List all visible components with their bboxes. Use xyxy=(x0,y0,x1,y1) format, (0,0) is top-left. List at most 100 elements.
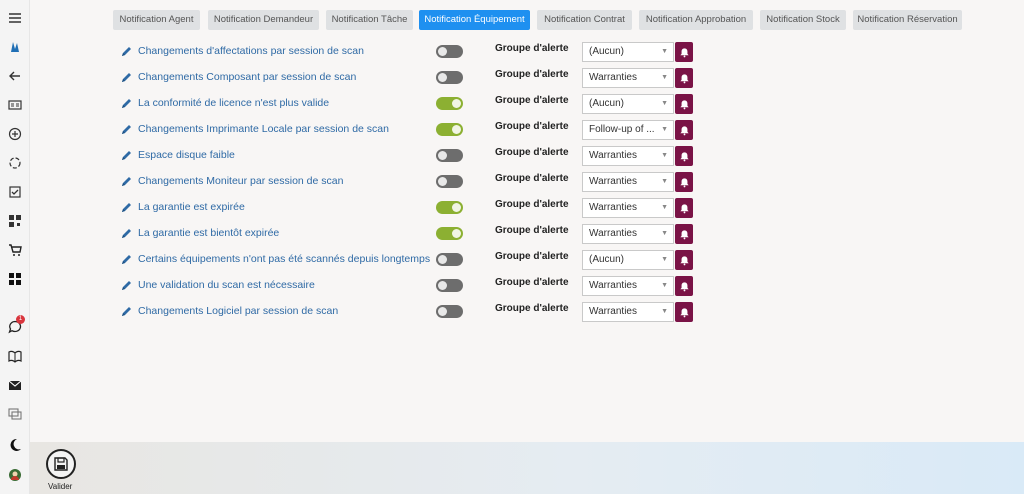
notification-row: Certains équipements n'ont pas été scann… xyxy=(0,250,1024,272)
notification-label[interactable]: Changements d'affectations par session d… xyxy=(138,45,364,57)
alert-bell-button[interactable] xyxy=(675,198,693,218)
notification-toggle[interactable] xyxy=(436,175,463,188)
toggle-knob xyxy=(438,281,447,290)
alert-group-select[interactable]: Warranties ▼ xyxy=(582,146,674,166)
alert-group-select[interactable]: Warranties ▼ xyxy=(582,302,674,322)
alert-group-select[interactable]: (Aucun) ▼ xyxy=(582,250,674,270)
floppy-disk-icon xyxy=(54,457,68,471)
tab-notification-reservation[interactable]: Notification Réservation xyxy=(853,10,962,30)
tab-notification-stock[interactable]: Notification Stock xyxy=(760,10,846,30)
chevron-down-icon: ▼ xyxy=(661,152,668,159)
tab-notification-demandeur[interactable]: Notification Demandeur xyxy=(208,10,319,30)
chevron-down-icon: ▼ xyxy=(661,48,668,55)
alert-group-label: Groupe d'alerte xyxy=(495,69,569,80)
bell-icon xyxy=(679,307,689,317)
notification-toggle[interactable] xyxy=(436,227,463,240)
alert-bell-button[interactable] xyxy=(675,42,693,62)
messages-icon[interactable] xyxy=(6,405,24,423)
notification-toggle[interactable] xyxy=(436,149,463,162)
footer-bar xyxy=(30,442,1024,494)
alert-group-select[interactable]: (Aucun) ▼ xyxy=(582,94,674,114)
alert-bell-button[interactable] xyxy=(675,68,693,88)
alert-group-select[interactable]: Warranties ▼ xyxy=(582,68,674,88)
pencil-icon[interactable] xyxy=(120,228,132,240)
notification-row: Espace disque faible Groupe d'alerte War… xyxy=(0,146,1024,168)
pencil-icon[interactable] xyxy=(120,98,132,110)
alert-group-value: Follow-up of ... xyxy=(589,124,655,135)
tab-notification-contrat[interactable]: Notification Contrat xyxy=(537,10,632,30)
alert-bell-button[interactable] xyxy=(675,146,693,166)
tab-notification-agent[interactable]: Notification Agent xyxy=(113,10,200,30)
menu-icon[interactable] xyxy=(6,9,24,27)
alert-bell-button[interactable] xyxy=(675,276,693,296)
notification-label[interactable]: Une validation du scan est nécessaire xyxy=(138,279,315,291)
alert-bell-button[interactable] xyxy=(675,172,693,192)
alert-group-select[interactable]: Warranties ▼ xyxy=(582,198,674,218)
pencil-icon[interactable] xyxy=(120,280,132,292)
chevron-down-icon: ▼ xyxy=(661,308,668,315)
notification-toggle[interactable] xyxy=(436,253,463,266)
chevron-down-icon: ▼ xyxy=(661,126,668,133)
alert-bell-button[interactable] xyxy=(675,94,693,114)
alert-group-select[interactable]: Follow-up of ... ▼ xyxy=(582,120,674,140)
pencil-icon[interactable] xyxy=(120,202,132,214)
bell-icon xyxy=(679,125,689,135)
notification-toggle[interactable] xyxy=(436,71,463,84)
notification-row: La garantie est expirée Groupe d'alerte … xyxy=(0,198,1024,220)
pencil-icon[interactable] xyxy=(120,72,132,84)
notification-label[interactable]: Changements Moniteur par session de scan xyxy=(138,175,343,187)
alert-group-select[interactable]: Warranties ▼ xyxy=(582,276,674,296)
tab-notification-approbation[interactable]: Notification Approbation xyxy=(639,10,753,30)
notification-row: Changements d'affectations par session d… xyxy=(0,42,1024,64)
bell-icon xyxy=(679,73,689,83)
notification-label[interactable]: La conformité de licence n'est plus vali… xyxy=(138,97,329,109)
alert-group-value: Warranties xyxy=(589,228,637,239)
pencil-icon[interactable] xyxy=(120,124,132,136)
notification-toggle[interactable] xyxy=(436,305,463,318)
notification-label[interactable]: La garantie est expirée xyxy=(138,201,245,213)
notification-label[interactable]: Changements Logiciel par session de scan xyxy=(138,305,338,317)
pencil-icon[interactable] xyxy=(120,306,132,318)
pencil-icon[interactable] xyxy=(120,176,132,188)
notification-toggle[interactable] xyxy=(436,45,463,58)
chevron-down-icon: ▼ xyxy=(661,178,668,185)
book-icon[interactable] xyxy=(6,347,24,365)
alert-group-value: (Aucun) xyxy=(589,98,625,109)
notification-label[interactable]: La garantie est bientôt expirée xyxy=(138,227,279,239)
alert-bell-button[interactable] xyxy=(675,224,693,244)
alert-group-select[interactable]: Warranties ▼ xyxy=(582,172,674,192)
tab-notification-equipement[interactable]: Notification Équipement xyxy=(419,10,530,30)
notification-label[interactable]: Certains équipements n'ont pas été scann… xyxy=(138,253,430,265)
alert-bell-button[interactable] xyxy=(675,120,693,140)
chevron-down-icon: ▼ xyxy=(661,100,668,107)
notification-row: Changements Imprimante Locale par sessio… xyxy=(0,120,1024,142)
alert-group-value: (Aucun) xyxy=(589,254,625,265)
alert-group-value: Warranties xyxy=(589,202,637,213)
bell-icon xyxy=(679,99,689,109)
mail-icon[interactable] xyxy=(6,376,24,394)
notification-label[interactable]: Changements Composant par session de sca… xyxy=(138,71,356,83)
notification-toggle[interactable] xyxy=(436,279,463,292)
bell-icon xyxy=(679,255,689,265)
alert-bell-button[interactable] xyxy=(675,250,693,270)
pencil-icon[interactable] xyxy=(120,46,132,58)
save-button[interactable] xyxy=(46,449,76,479)
pencil-icon[interactable] xyxy=(120,150,132,162)
pencil-icon[interactable] xyxy=(120,254,132,266)
notification-toggle[interactable] xyxy=(436,123,463,136)
alert-group-select[interactable]: Warranties ▼ xyxy=(582,224,674,244)
alert-group-label: Groupe d'alerte xyxy=(495,121,569,132)
tab-notification-tache[interactable]: Notification Tâche xyxy=(326,10,413,30)
alert-group-select[interactable]: (Aucun) ▼ xyxy=(582,42,674,62)
notification-label[interactable]: Espace disque faible xyxy=(138,149,235,161)
chevron-down-icon: ▼ xyxy=(661,256,668,263)
alert-bell-button[interactable] xyxy=(675,302,693,322)
notification-row: Changements Composant par session de sca… xyxy=(0,68,1024,90)
alert-group-label: Groupe d'alerte xyxy=(495,277,569,288)
avatar[interactable] xyxy=(6,466,24,484)
notification-label[interactable]: Changements Imprimante Locale par sessio… xyxy=(138,123,389,135)
notification-toggle[interactable] xyxy=(436,97,463,110)
moon-icon[interactable] xyxy=(6,436,24,454)
alert-group-label: Groupe d'alerte xyxy=(495,199,569,210)
notification-toggle[interactable] xyxy=(436,201,463,214)
